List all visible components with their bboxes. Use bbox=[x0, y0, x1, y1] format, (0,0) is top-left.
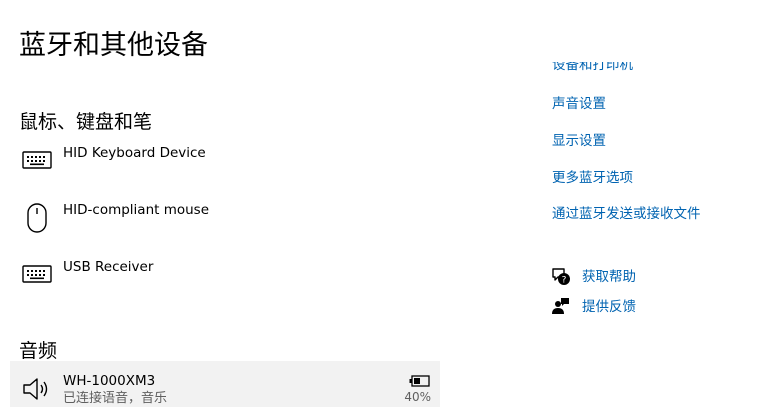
help-chat-icon: ? bbox=[550, 266, 572, 288]
device-name: HID Keyboard Device bbox=[63, 145, 206, 161]
svg-text:?: ? bbox=[562, 276, 567, 286]
link-sound-settings[interactable]: 声音设置 bbox=[552, 95, 606, 113]
link-label: 设备和打印机 bbox=[552, 62, 633, 73]
link-send-receive-bluetooth-files[interactable]: 通过蓝牙发送或接收文件 bbox=[552, 205, 701, 223]
link-display-settings[interactable]: 显示设置 bbox=[552, 132, 606, 150]
keyboard-icon bbox=[20, 257, 54, 291]
speaker-icon bbox=[20, 372, 54, 406]
battery-icon bbox=[408, 373, 433, 387]
page-title: 蓝牙和其他设备 bbox=[19, 30, 208, 61]
device-name: WH-1000XM3 bbox=[63, 373, 156, 389]
keyboard-icon bbox=[20, 143, 54, 177]
feedback-link[interactable]: 提供反馈 bbox=[582, 298, 636, 316]
mouse-icon bbox=[20, 201, 54, 235]
link-more-bluetooth-options[interactable]: 更多蓝牙选项 bbox=[552, 169, 633, 187]
section-title-input: 鼠标、键盘和笔 bbox=[19, 111, 153, 133]
get-help-link[interactable]: 获取帮助 bbox=[582, 268, 636, 286]
battery-percentage: 40% bbox=[404, 390, 431, 404]
device-status: 已连接语音，音乐 bbox=[63, 391, 168, 406]
device-name: HID-compliant mouse bbox=[63, 202, 210, 218]
device-name: USB Receiver bbox=[63, 259, 154, 275]
link-devices-and-printers[interactable]: 设备和打印机 bbox=[552, 62, 633, 75]
feedback-person-icon bbox=[550, 296, 572, 318]
